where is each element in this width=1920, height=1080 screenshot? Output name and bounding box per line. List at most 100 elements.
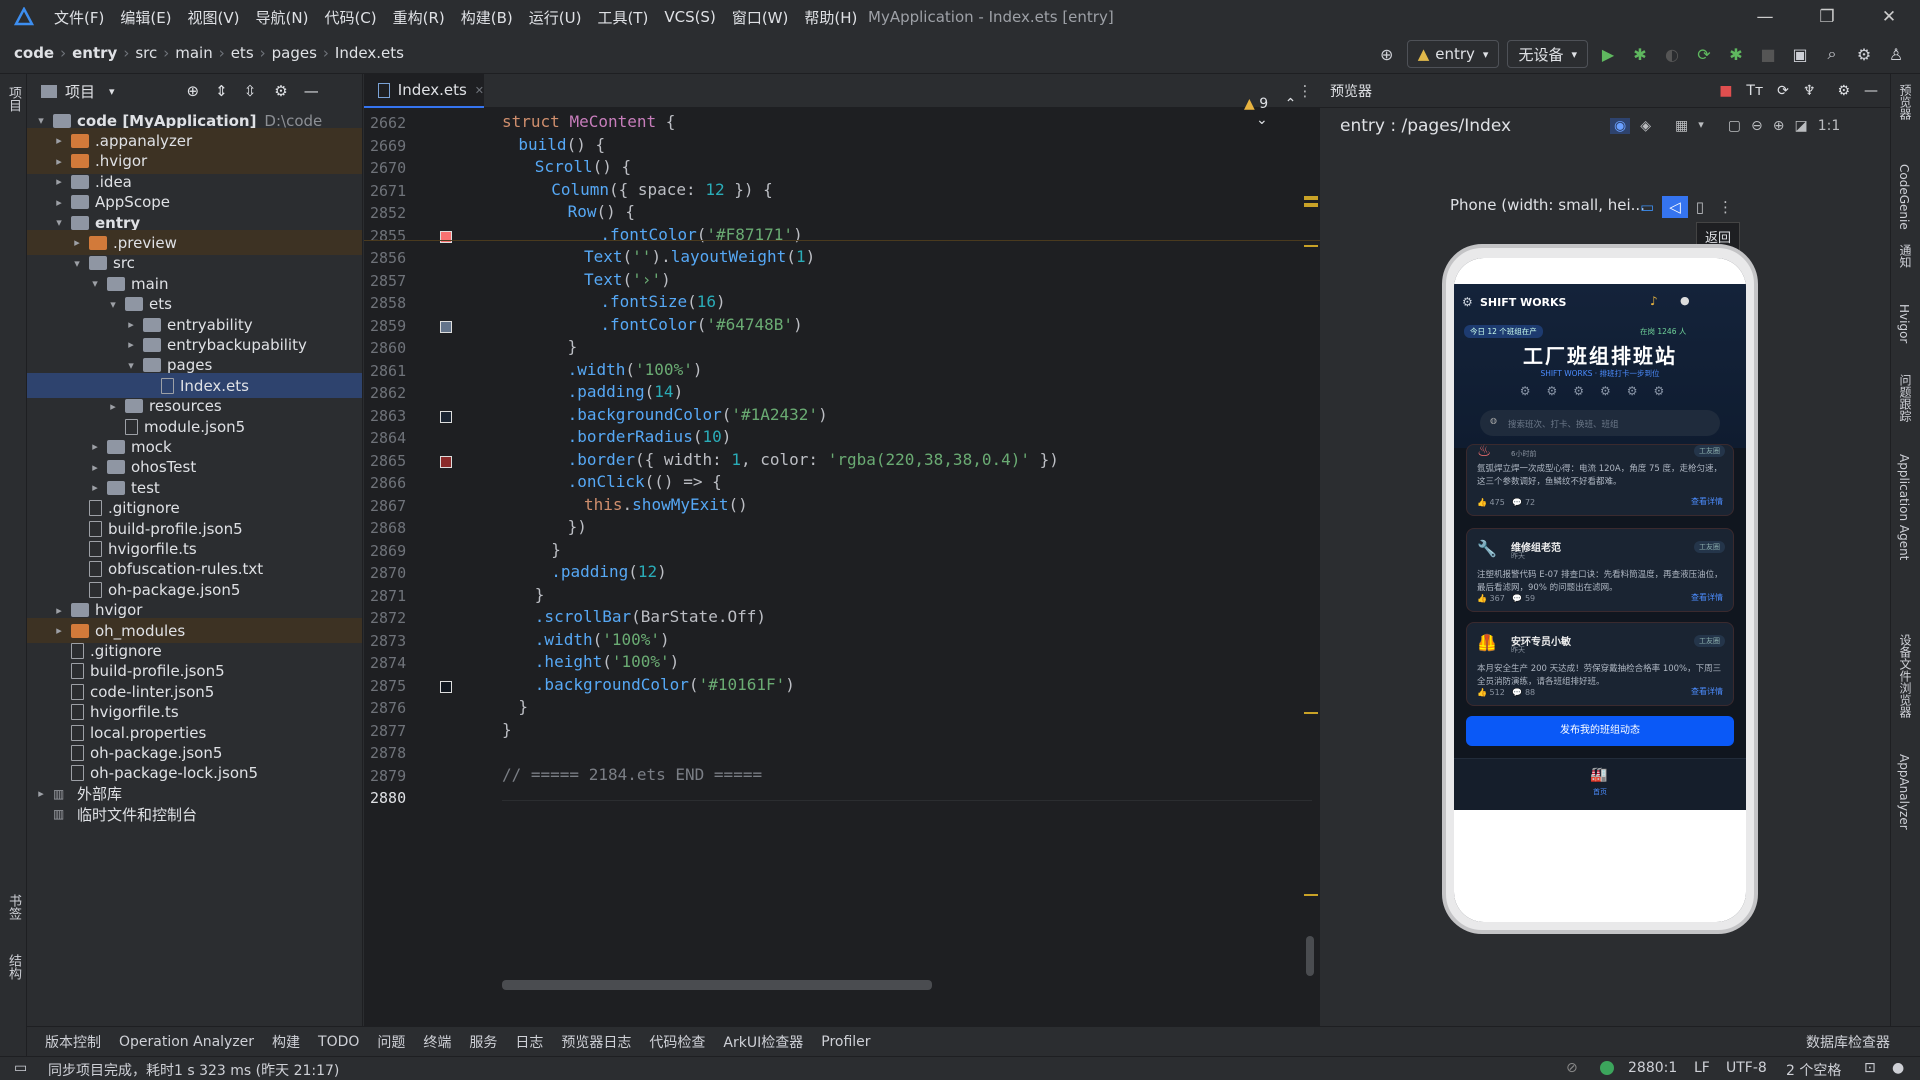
zoom-in-icon[interactable]: ⊕	[1773, 118, 1785, 134]
code-line[interactable]: .border({ width: 1, color: 'rgba(220,38,…	[568, 450, 1059, 469]
code-line[interactable]: .borderRadius(10)	[568, 427, 732, 446]
chevron-right-icon[interactable]: ▸	[87, 461, 103, 474]
fold-icon[interactable]: ▯	[1696, 198, 1704, 216]
bottom-tool-button[interactable]: 版本控制	[45, 1032, 101, 1052]
menu-item[interactable]: 导航(N)	[256, 7, 309, 28]
feed-card[interactable]: 🔧 维修组老范 昨天 工友圈 注塑机报警代码 E-07 排查口诀：先看料筒温度，…	[1466, 528, 1734, 612]
bottom-tool-button[interactable]: 服务	[469, 1032, 497, 1052]
menu-item[interactable]: VCS(S)	[664, 8, 715, 26]
right-tool-button[interactable]: 问题跟踪	[1897, 374, 1914, 422]
breadcrumb-item[interactable]: pages	[272, 44, 317, 62]
color-swatch[interactable]	[440, 680, 452, 693]
code-line[interactable]: }	[551, 540, 561, 559]
chevron-down-icon[interactable]: ▾	[33, 114, 49, 127]
tree-item[interactable]: ▥ 临时文件和控制台	[27, 802, 362, 827]
code-area[interactable]: struct MeContent {build() {Scroll() {Col…	[502, 108, 1302, 998]
close-button[interactable]: ✕	[1858, 0, 1920, 34]
hide-icon[interactable]: —	[1864, 83, 1878, 99]
feed-card[interactable]: ♨ 6小时前 工友圈 氩弧焊立焊一次成型心得：电流 120A，角度 75 度，走…	[1466, 441, 1734, 516]
menu-item[interactable]: 工具(T)	[597, 7, 648, 28]
code-line[interactable]: .backgroundColor('#1A2432')	[568, 405, 828, 424]
file-encoding[interactable]: UTF-8	[1726, 1060, 1767, 1076]
bottom-tool-button[interactable]: ArkUI检查器	[723, 1032, 803, 1052]
maximize-button[interactable]: ❐	[1796, 0, 1858, 34]
chevron-right-icon[interactable]: ▸	[87, 440, 103, 453]
module-select[interactable]: ▲ entry ▾	[1406, 40, 1500, 68]
code-line[interactable]: .width('100%')	[535, 630, 670, 649]
warning-marker[interactable]	[1304, 894, 1318, 896]
bottom-tool-button[interactable]: 预览器日志	[561, 1032, 631, 1052]
chevron-right-icon[interactable]: ▸	[87, 481, 103, 494]
bottom-tool-button[interactable]: Profiler	[821, 1034, 870, 1050]
account-icon[interactable]: ♙	[1883, 41, 1909, 67]
code-line[interactable]: Row() {	[568, 202, 635, 221]
health-indicator-icon[interactable]	[1600, 1061, 1614, 1075]
chevron-right-icon[interactable]: ▸	[51, 624, 67, 637]
chevron-right-icon[interactable]: ▸	[51, 155, 67, 168]
code-line[interactable]: .width('100%')	[568, 360, 703, 379]
component-preview-icon[interactable]: ◉	[1610, 118, 1631, 134]
code-line[interactable]: .padding(12)	[551, 562, 667, 581]
bottom-tool-button[interactable]: 数据库检查器	[1806, 1032, 1890, 1052]
chevron-right-icon[interactable]: ▸	[105, 400, 121, 413]
breadcrumb-item[interactable]: ets	[231, 44, 254, 62]
feed-card[interactable]: 🦺 安环专员小敏 昨天 工友圈 本月安全生产 200 天达成！劳保穿戴抽检合格率…	[1466, 622, 1734, 706]
chevron-down-icon[interactable]: ▾	[51, 216, 67, 229]
horizontal-scrollbar[interactable]	[502, 980, 932, 990]
chevron-down-icon[interactable]: ▾	[1698, 118, 1704, 134]
structure-tool-button[interactable]: 结构	[4, 954, 23, 980]
hide-icon[interactable]: —	[304, 82, 319, 100]
close-tab-icon[interactable]: ✕	[475, 84, 484, 97]
code-line[interactable]: }	[568, 337, 578, 356]
code-line[interactable]: })	[568, 517, 587, 536]
chevron-right-icon[interactable]: ▸	[123, 318, 139, 331]
color-swatch[interactable]	[440, 320, 452, 333]
bottom-tool-button[interactable]: 构建	[272, 1032, 300, 1052]
back-icon[interactable]: ◁	[1662, 196, 1688, 218]
stop-icon[interactable]: ■	[1755, 41, 1781, 67]
breadcrumb-item[interactable]: src	[135, 44, 157, 62]
target-icon[interactable]: ⊕	[1374, 41, 1400, 67]
code-line[interactable]: .padding(14)	[568, 382, 684, 401]
search-icon[interactable]: ⌕	[1819, 41, 1845, 67]
bottom-tool-button[interactable]: 日志	[515, 1032, 543, 1052]
bottom-tool-button[interactable]: TODO	[318, 1034, 359, 1050]
menu-item[interactable]: 帮助(H)	[804, 7, 857, 28]
chevron-right-icon[interactable]: ▸	[51, 196, 67, 209]
device-select[interactable]: 无设备 ▾	[1507, 40, 1588, 68]
code-line[interactable]: struct MeContent {	[502, 112, 675, 131]
menu-item[interactable]: 重构(R)	[393, 7, 445, 28]
breadcrumb-item[interactable]: main	[175, 44, 212, 62]
code-line[interactable]: Text('›')	[584, 270, 671, 289]
code-line[interactable]: .backgroundColor('#10161F')	[535, 675, 795, 694]
phone-screen[interactable]: ⚙ SHIFT WORKS ♪ ● 今日 12 个班组在产 在岗 1246 人 …	[1454, 258, 1746, 922]
warning-marker[interactable]	[1304, 203, 1318, 207]
right-tool-button[interactable]: AppAnalyzer	[1897, 754, 1911, 830]
chevron-down-icon[interactable]: ▾	[105, 298, 121, 311]
fit-icon[interactable]: ◪	[1794, 118, 1807, 134]
bottom-tool-button[interactable]: 终端	[423, 1032, 451, 1052]
message-icon[interactable]: ●	[1680, 294, 1690, 307]
menu-item[interactable]: 运行(U)	[529, 7, 582, 28]
bottom-tool-button[interactable]: 问题	[377, 1032, 405, 1052]
code-line[interactable]: .onClick(() => {	[568, 472, 722, 491]
code-line[interactable]: }	[518, 697, 528, 716]
code-line[interactable]: // ===== 2184.ets END =====	[502, 765, 762, 784]
bottom-tool-button[interactable]: 代码检查	[649, 1032, 705, 1052]
font-size-icon[interactable]: Tт	[1746, 83, 1763, 99]
expand-all-icon[interactable]: ⇕	[215, 82, 228, 100]
settings-icon[interactable]: ⚙	[1851, 41, 1877, 67]
menu-item[interactable]: 构建(B)	[461, 7, 513, 28]
post-button[interactable]: 发布我的班组动态	[1466, 716, 1734, 746]
line-separator[interactable]: LF	[1694, 1060, 1710, 1076]
settings-icon[interactable]: ⚙	[274, 82, 287, 100]
breadcrumb-item[interactable]: entry	[72, 44, 117, 62]
code-line[interactable]: Column({ space: 12 }) {	[551, 180, 773, 199]
indent-setting[interactable]: 2 个空格	[1786, 1060, 1841, 1080]
menu-item[interactable]: 代码(C)	[324, 7, 376, 28]
home-icon[interactable]: 🏭	[1590, 767, 1607, 783]
chevron-right-icon[interactable]: ▸	[51, 604, 67, 617]
grid-icon[interactable]: ▦	[1675, 118, 1688, 134]
collapse-all-icon[interactable]: ⇳	[244, 82, 257, 100]
notifications-icon[interactable]: ●	[1892, 1060, 1904, 1076]
